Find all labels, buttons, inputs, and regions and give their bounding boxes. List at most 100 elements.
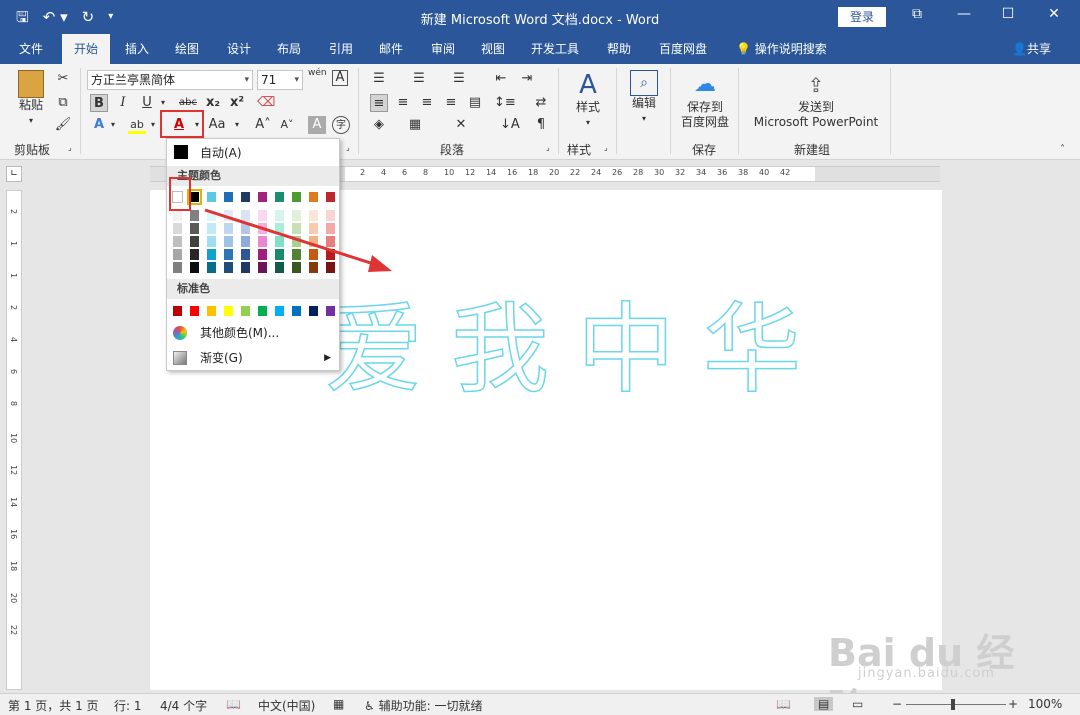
theme-shade-swatch[interactable] [274, 209, 285, 222]
web-layout-icon[interactable]: ▭ [852, 697, 863, 711]
zoom-level[interactable]: 100% [1028, 697, 1062, 711]
chinese-typography-icon[interactable]: ✕ [452, 116, 470, 134]
font-size-select[interactable]: 71 ▾ [257, 70, 303, 90]
theme-shade-swatch[interactable] [206, 261, 217, 274]
tab-layout[interactable]: 布局 [268, 34, 310, 64]
more-colors-item[interactable]: 其他颜色(M)... [167, 321, 339, 345]
theme-shade-swatch[interactable] [274, 235, 285, 248]
theme-shade-swatch[interactable] [257, 248, 268, 261]
bullets-icon[interactable]: ☰ [370, 70, 388, 88]
zoom-slider-thumb[interactable] [951, 699, 955, 710]
borders-icon[interactable]: ▦ [406, 116, 424, 134]
theme-shade-swatch[interactable] [240, 209, 251, 222]
theme-shade-swatch[interactable] [291, 222, 302, 235]
theme-shade-swatch[interactable] [223, 235, 234, 248]
theme-shade-swatch[interactable] [189, 222, 200, 235]
tab-design[interactable]: 设计 [218, 34, 260, 64]
phonetic-guide-icon[interactable]: wén [308, 68, 327, 78]
language[interactable]: 中文(中国) [258, 697, 315, 714]
document-text[interactable]: 爱我中华 [324, 270, 829, 412]
theme-shade-swatch[interactable] [274, 261, 285, 274]
standard-color-swatch[interactable] [274, 305, 285, 317]
theme-shade-swatch[interactable] [206, 248, 217, 261]
theme-shade-swatch[interactable] [206, 235, 217, 248]
show-marks-icon[interactable]: ¶ [532, 116, 550, 134]
enclose-characters-icon[interactable]: 字 [332, 116, 350, 134]
theme-color-swatch[interactable] [291, 191, 302, 203]
tell-me-search[interactable]: 💡 操作说明搜索 [736, 34, 827, 64]
close-button[interactable]: ✕ [1043, 6, 1065, 22]
character-border-icon[interactable]: A [332, 70, 348, 86]
font-name-select[interactable]: 方正兰亭黑简体 ▾ [87, 70, 253, 90]
standard-color-swatch[interactable] [257, 305, 268, 317]
tab-references[interactable]: 引用 [320, 34, 362, 64]
standard-color-swatch[interactable] [308, 305, 319, 317]
theme-shade-swatch[interactable] [172, 248, 183, 261]
theme-color-swatch[interactable] [274, 191, 285, 203]
theme-shade-swatch[interactable] [257, 222, 268, 235]
theme-shade-swatch[interactable] [240, 235, 251, 248]
zoom-in-icon[interactable]: + [1008, 697, 1018, 711]
cut-icon[interactable]: ✂ [54, 70, 72, 88]
theme-shade-swatch[interactable] [257, 261, 268, 274]
standard-color-swatch[interactable] [172, 305, 183, 317]
styles-launcher-icon[interactable]: ⌟ [604, 143, 608, 152]
print-layout-icon[interactable]: ▤ [814, 697, 834, 711]
align-center-icon[interactable]: ≡ [394, 94, 412, 112]
superscript-icon[interactable]: x² [228, 94, 246, 112]
page-count[interactable]: 第 1 页，共 1 页 [8, 697, 99, 714]
theme-shade-swatch[interactable] [257, 209, 268, 222]
theme-shade-swatch[interactable] [325, 248, 336, 261]
auto-color-item[interactable]: 自动(A) [167, 141, 339, 163]
ribbon-display-options-icon[interactable]: ⧉ [906, 6, 928, 22]
copy-icon[interactable]: ⧉ [54, 94, 72, 112]
chinese-layout-icon[interactable]: ⇄ [532, 94, 550, 112]
theme-shade-swatch[interactable] [189, 235, 200, 248]
tab-view[interactable]: 视图 [472, 34, 514, 64]
line-spacing-icon[interactable]: ↕≡ [494, 94, 516, 112]
theme-shade-swatch[interactable] [172, 261, 183, 274]
minimize-button[interactable]: — [953, 6, 975, 22]
theme-shade-swatch[interactable] [308, 261, 319, 274]
theme-shade-swatch[interactable] [308, 222, 319, 235]
change-case-icon[interactable]: Aa [206, 116, 228, 134]
macro-icon[interactable]: ▦ [333, 697, 344, 711]
theme-shade-swatch[interactable] [172, 235, 183, 248]
tab-developer[interactable]: 开发工具 [524, 34, 586, 64]
login-button[interactable]: 登录 [838, 7, 886, 27]
theme-shade-swatch[interactable] [240, 261, 251, 274]
accessibility-status[interactable]: ♿ 辅助功能: 一切就绪 [364, 697, 482, 714]
chevron-down-icon[interactable]: ▾ [228, 116, 246, 134]
theme-shade-swatch[interactable] [291, 261, 302, 274]
theme-color-swatch[interactable] [257, 191, 268, 203]
theme-color-swatch[interactable] [308, 191, 319, 203]
clipboard-launcher-icon[interactable]: ⌟ [68, 143, 72, 152]
theme-shade-swatch[interactable] [274, 248, 285, 261]
standard-color-swatch[interactable] [325, 305, 336, 317]
standard-color-swatch[interactable] [223, 305, 234, 317]
theme-shade-swatch[interactable] [325, 261, 336, 274]
standard-color-swatch[interactable] [206, 305, 217, 317]
theme-shade-swatch[interactable] [223, 222, 234, 235]
subscript-icon[interactable]: x₂ [204, 94, 222, 112]
shrink-font-icon[interactable]: A˅ [278, 116, 296, 134]
tab-file[interactable]: 文件 [10, 34, 52, 64]
standard-color-swatch[interactable] [291, 305, 302, 317]
theme-shade-swatch[interactable] [291, 235, 302, 248]
theme-shade-swatch[interactable] [206, 222, 217, 235]
shading-icon[interactable]: ◈ [370, 116, 388, 134]
justify-icon[interactable]: ≡ [442, 94, 460, 112]
theme-shade-swatch[interactable] [291, 209, 302, 222]
theme-shade-swatch[interactable] [223, 261, 234, 274]
numbering-icon[interactable]: ☰ [410, 70, 428, 88]
send-to-powerpoint-button[interactable]: ⇪ 发送到 Microsoft PowerPoint [748, 70, 884, 130]
theme-shade-swatch[interactable] [223, 248, 234, 261]
paragraph-launcher-icon[interactable]: ⌟ [546, 143, 550, 152]
share-button[interactable]: 👤共享 [1012, 34, 1051, 64]
standard-color-swatch[interactable] [189, 305, 200, 317]
theme-color-swatch[interactable] [206, 191, 217, 203]
theme-color-swatch[interactable] [223, 191, 234, 203]
paste-button[interactable]: 粘贴 ▾ [14, 70, 48, 128]
character-shading-icon[interactable]: A [308, 116, 326, 134]
theme-shade-swatch[interactable] [240, 248, 251, 261]
